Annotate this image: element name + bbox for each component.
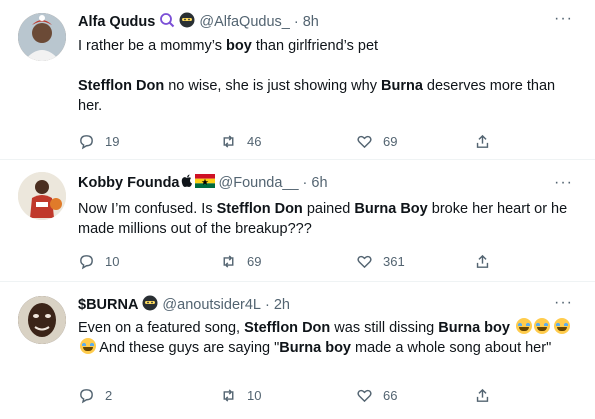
avatar-image xyxy=(18,13,66,61)
like-icon xyxy=(357,255,372,269)
tweet-header: Kobby Founda @Founda__ · 6h xyxy=(78,174,328,192)
apple-logo-icon xyxy=(181,174,193,192)
like-button[interactable]: 361 xyxy=(356,253,444,270)
tweet-header: Alfa Qudus @AlfaQudus_ · 8h xyxy=(78,12,319,32)
retweet-count: 69 xyxy=(247,254,262,269)
tweet[interactable]: Kobby Founda @Founda__ · 6h ··· Now I’m … xyxy=(0,160,595,282)
share-icon xyxy=(476,254,489,268)
reply-icon xyxy=(80,389,93,404)
reply-count: 10 xyxy=(105,254,120,269)
reply-icon xyxy=(80,135,93,150)
joy-emoji-icon xyxy=(533,318,550,334)
reply-button[interactable]: 19 xyxy=(78,133,168,150)
retweet-button[interactable]: 69 xyxy=(220,253,308,270)
retweet-button[interactable]: 10 xyxy=(220,387,308,404)
reply-icon xyxy=(80,255,93,270)
retweet-icon xyxy=(223,255,234,268)
share-icon xyxy=(476,134,489,148)
timestamp[interactable]: 2h xyxy=(274,297,290,313)
tweet[interactable]: Alfa Qudus @AlfaQudus_ · 8h ··· I rather… xyxy=(0,0,595,160)
joy-emoji-icon xyxy=(515,318,532,334)
ninja-emoji-icon xyxy=(179,12,195,32)
timestamp[interactable]: 8h xyxy=(303,14,319,30)
like-count: 69 xyxy=(383,134,398,149)
tweet-text: Even on a featured song, Stefflon Don wa… xyxy=(78,318,578,358)
display-name[interactable]: Alfa Qudus xyxy=(78,14,155,30)
more-icon[interactable]: ··· xyxy=(554,10,573,28)
avatar-image xyxy=(18,172,66,220)
joy-emoji-icon xyxy=(80,338,96,354)
separator-dot: · xyxy=(293,14,299,30)
retweet-count: 46 xyxy=(247,134,262,149)
joy-emoji-icon xyxy=(554,318,571,334)
like-button[interactable]: 69 xyxy=(356,133,444,150)
avatar[interactable] xyxy=(18,13,66,61)
tweet[interactable]: $BURNA @anoutsider4L · 2h ··· Even on a … xyxy=(0,282,595,419)
tweet-header: $BURNA @anoutsider4L · 2h xyxy=(78,295,290,315)
ninja-emoji-icon xyxy=(142,295,158,315)
retweet-button[interactable]: 46 xyxy=(220,133,308,150)
reply-count: 2 xyxy=(105,388,113,403)
avatar-image xyxy=(18,296,66,344)
handle[interactable]: @AlfaQudus_ xyxy=(199,14,290,30)
tweet-text: Now I’m confused. Is Stefflon Don pained… xyxy=(78,201,568,237)
like-count: 361 xyxy=(383,254,405,269)
handle[interactable]: @Founda__ xyxy=(219,175,299,191)
tweet-actions: 10 69 361 xyxy=(78,253,508,270)
tweet-text: I rather be a mommy’s boy than girlfrien… xyxy=(78,38,556,114)
like-count: 66 xyxy=(383,388,398,403)
display-name[interactable]: Kobby Founda xyxy=(78,175,180,191)
timestamp[interactable]: 6h xyxy=(311,175,327,191)
tweet-actions: 19 46 69 xyxy=(78,133,508,150)
magnifier-emoji-icon xyxy=(159,12,175,32)
like-icon xyxy=(357,389,372,403)
share-button[interactable] xyxy=(474,387,491,404)
reply-count: 19 xyxy=(105,134,120,149)
share-icon xyxy=(476,388,489,402)
avatar[interactable] xyxy=(18,172,66,220)
tweet-actions: 2 10 66 xyxy=(78,387,508,404)
more-icon[interactable]: ··· xyxy=(554,294,573,312)
ghana-flag-icon xyxy=(194,174,215,192)
avatar[interactable] xyxy=(18,296,66,344)
reply-button[interactable]: 10 xyxy=(78,253,168,270)
separator-dot: · xyxy=(264,297,270,313)
share-button[interactable] xyxy=(474,253,491,270)
like-icon xyxy=(357,135,372,149)
handle[interactable]: @anoutsider4L xyxy=(162,297,261,313)
retweet-count: 10 xyxy=(247,388,262,403)
share-button[interactable] xyxy=(474,133,491,150)
retweet-icon xyxy=(223,135,234,148)
separator-dot: · xyxy=(302,175,308,191)
display-name[interactable]: $BURNA xyxy=(78,297,138,313)
reply-button[interactable]: 2 xyxy=(78,387,168,404)
more-icon[interactable]: ··· xyxy=(554,174,573,192)
like-button[interactable]: 66 xyxy=(356,387,444,404)
retweet-icon xyxy=(223,389,234,402)
